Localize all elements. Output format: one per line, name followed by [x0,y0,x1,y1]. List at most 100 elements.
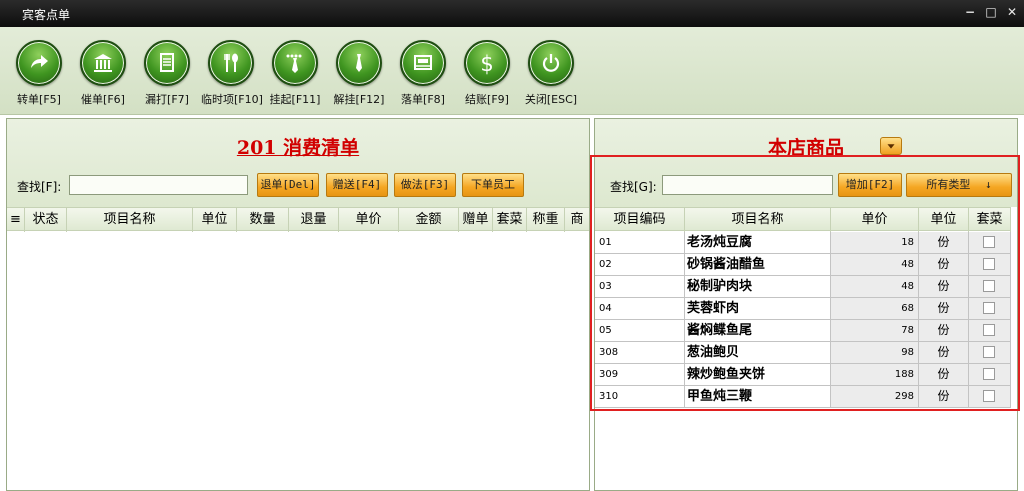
transfer-button[interactable]: 转单[F5] [9,40,69,110]
item-unit: 份 [919,298,969,319]
temp-item-button[interactable]: 临时项[F10] [201,40,263,110]
column-header[interactable]: 项目编码 [595,208,685,232]
type-select-value: 所有类型 [926,178,971,191]
set-meal-checkbox[interactable] [983,324,995,336]
reprint-button[interactable]: 漏打[F7] [137,40,197,110]
store-products-panel: 本店商品 查找[G]: 增加[F2] 所有类型 ↓ 项目编码 项目名称 单价 单… [594,118,1018,491]
column-header[interactable]: 项目名称 [685,208,831,232]
svg-text:$: $ [480,52,493,76]
close-button[interactable]: 关闭[ESC] [521,40,581,110]
column-header[interactable]: 套菜 [969,208,1011,232]
add-button[interactable]: 增加[F2] [838,173,902,197]
document-icon [144,40,190,86]
column-header[interactable]: 数量 [237,208,289,232]
item-name: 葱油鲍贝 [685,342,831,363]
item-name: 辣炒鲍鱼夹饼 [685,364,831,385]
urge-label: 催单[F6] [81,93,125,106]
item-unit: 份 [919,276,969,297]
power-icon [528,40,574,86]
column-header[interactable]: 单价 [339,208,399,232]
column-header[interactable]: ≡ [7,208,25,232]
set-meal-checkbox[interactable] [983,302,995,314]
method-button[interactable]: 做法[F3] [394,173,456,197]
triangle-down-icon [887,144,895,149]
urge-button[interactable]: 催单[F6] [73,40,133,110]
item-name: 甲鱼炖三鞭 [685,386,831,407]
left-search-label: 查找[F]: [17,180,62,194]
hang-button[interactable]: 挂起[F11] [265,40,325,110]
staff-button[interactable]: 下单员工 [462,173,524,197]
checkout-label: 结账[F9] [465,93,509,106]
products-title: 本店商品 [767,137,844,159]
column-header[interactable]: 退量 [289,208,339,232]
toolbar: 转单[F5] 催单[F6] 漏打[F7] 临时项[F10] 挂起[F11] 解挂… [0,27,1024,115]
set-meal-checkbox[interactable] [983,236,995,248]
place-order-button[interactable]: 落单[F8] [393,40,453,110]
table-row[interactable]: 309 辣炒鲍鱼夹饼 188 份 [595,364,1011,386]
left-search-input[interactable] [69,175,248,195]
set-meal-checkbox[interactable] [983,258,995,270]
item-code: 310 [595,386,685,407]
close-window-button[interactable]: ✕ [1004,4,1020,20]
arrow-down-icon: ↓ [985,178,992,191]
column-header[interactable]: 单位 [193,208,237,232]
item-code: 309 [595,364,685,385]
column-header[interactable]: 状态 [25,208,67,232]
item-code: 05 [595,320,685,341]
set-meal-checkbox[interactable] [983,280,995,292]
column-header[interactable]: 金额 [399,208,459,232]
table-row[interactable]: 03 秘制驴肉块 48 份 [595,276,1011,298]
column-header[interactable]: 单位 [919,208,969,232]
item-price: 78 [831,320,919,341]
set-meal-checkbox[interactable] [983,368,995,380]
products-dropdown-button[interactable] [880,137,902,155]
item-price: 298 [831,386,919,407]
item-name: 芙蓉虾肉 [685,298,831,319]
gift-button[interactable]: 赠送[F4] [326,173,388,197]
maximize-button[interactable]: □ [983,4,999,20]
item-name: 秘制驴肉块 [685,276,831,297]
minimize-button[interactable]: − [962,4,978,20]
table-row[interactable]: 04 芙蓉虾肉 68 份 [595,298,1011,320]
type-select[interactable]: 所有类型 ↓ [906,173,1012,197]
window-title: 宾客点单 [22,8,71,22]
table-row[interactable]: 310 甲鱼炖三鞭 298 份 [595,386,1011,408]
column-header[interactable]: 称重 [527,208,565,232]
reprint-label: 漏打[F7] [145,93,189,106]
table-row[interactable]: 02 砂锅酱油醋鱼 48 份 [595,254,1011,276]
fork-spoon-icon [208,40,254,86]
right-search-input[interactable] [662,175,833,195]
consumption-panel: 201 消费清单 查找[F]: 退单[Del] 赠送[F4] 做法[F3] 下单… [6,118,590,491]
checkout-button[interactable]: $ 结账[F9] [457,40,517,110]
table-row[interactable]: 05 酱焖鲽鱼尾 78 份 [595,320,1011,342]
table-row[interactable]: 01 老汤炖豆腐 18 份 [595,232,1011,254]
transfer-label: 转单[F5] [17,93,61,106]
item-price: 48 [831,276,919,297]
item-unit: 份 [919,342,969,363]
column-header[interactable]: 套菜 [493,208,527,232]
item-price: 18 [831,232,919,253]
dollar-icon: $ [464,40,510,86]
set-meal-cell [969,364,1011,385]
arrow-right-icon [16,40,62,86]
set-meal-cell [969,276,1011,297]
consumption-table-header: ≡ 状态 项目名称 单位 数量 退量 单价 金额 赠单 套菜 称重 商 [7,207,589,232]
column-header[interactable]: 商 [565,208,589,232]
table-row[interactable]: 308 葱油鲍贝 98 份 [595,342,1011,364]
item-code: 308 [595,342,685,363]
item-price: 188 [831,364,919,385]
column-header[interactable]: 项目名称 [67,208,193,232]
place-order-label: 落单[F8] [401,93,445,106]
return-button[interactable]: 退单[Del] [257,173,319,197]
unhang-button[interactable]: 解挂[F12] [329,40,389,110]
column-header[interactable]: 赠单 [459,208,493,232]
set-meal-cell [969,320,1011,341]
set-meal-cell [969,342,1011,363]
column-header[interactable]: 单价 [831,208,919,232]
set-meal-cell [969,386,1011,407]
set-meal-checkbox[interactable] [983,390,995,402]
set-meal-cell [969,232,1011,253]
products-header: 本店商品 查找[G]: 增加[F2] 所有类型 ↓ [595,119,1017,207]
item-code: 02 [595,254,685,275]
set-meal-checkbox[interactable] [983,346,995,358]
